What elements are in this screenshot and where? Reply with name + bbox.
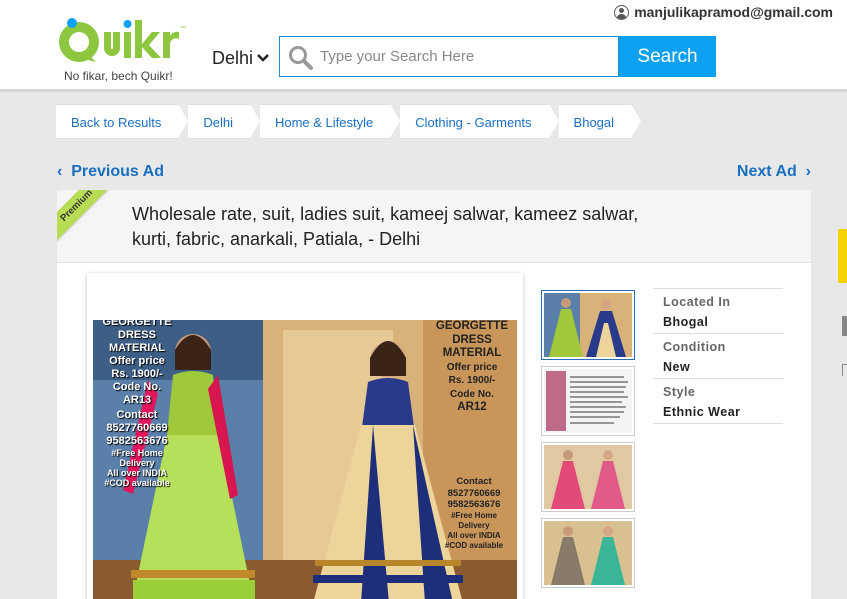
left-caption: GEORGETTE DRESS MATERIAL Offer price Rs.…: [97, 320, 177, 488]
thumbnail[interactable]: [541, 290, 635, 360]
caption-line: Contact: [456, 476, 492, 487]
detail-label: Located In: [663, 295, 731, 309]
detail-located-in: Located In Bhogal: [653, 288, 783, 333]
caption-line: 8527760669: [447, 487, 501, 499]
thumbnail-image: [544, 369, 632, 433]
chevron-right-icon: ›: [805, 163, 811, 180]
next-ad-link[interactable]: Next Ad ›: [737, 163, 811, 181]
search-input[interactable]: [320, 37, 610, 76]
caption-line: AR12: [457, 401, 487, 413]
thumbnail-image: [544, 445, 632, 509]
search-box: [279, 36, 619, 77]
detail-value: Ethnic Wear: [663, 405, 741, 419]
caption-line: GEORGETTE: [435, 320, 509, 332]
caption-line: DRESS: [118, 329, 156, 341]
caption-line: GEORGETTE: [102, 320, 172, 328]
breadcrumb-home-lifestyle[interactable]: Home & Lifestyle: [259, 104, 401, 139]
caption-line: Contact: [116, 409, 158, 421]
thumbnail-strip: [541, 290, 635, 594]
thumbnail[interactable]: [541, 366, 635, 436]
caption-line: Rs. 1900/-: [448, 375, 496, 386]
breadcrumb: Back to Results Delhi Home & Lifestyle C…: [56, 104, 642, 139]
thumbnail-image: [544, 521, 632, 585]
user-menu[interactable]: manjulikapramod@gmail.com: [614, 4, 833, 20]
chevron-down-icon: [257, 52, 269, 66]
caption-line: Offer price: [446, 361, 498, 373]
side-star-icon[interactable]: [842, 364, 847, 376]
thumbnail-image: [544, 293, 632, 357]
previous-ad-label: Previous Ad: [71, 163, 164, 180]
premium-badge: Premium: [57, 190, 119, 248]
thumbnail[interactable]: [541, 442, 635, 512]
ad-title-card: Premium Wholesale rate, suit, ladies sui…: [57, 190, 811, 263]
caption-line: Delivery: [119, 458, 155, 468]
search-icon: [288, 45, 314, 76]
thumbnail[interactable]: [541, 518, 635, 588]
caption-line: Rs. 1900/-: [111, 368, 163, 380]
caption-line: 8527760669: [106, 422, 168, 434]
svg-text:™: ™: [180, 25, 186, 32]
detail-value: New: [663, 360, 691, 374]
caption-line: All over INDIA: [106, 468, 167, 478]
caption-line: Delivery: [458, 520, 490, 530]
caption-line: #Free Home: [111, 448, 163, 458]
details-divider: [653, 423, 783, 424]
user-icon: [614, 4, 630, 20]
detail-value: Bhogal: [663, 315, 709, 329]
caption-line: MATERIAL: [108, 342, 165, 354]
detail-condition: Condition New: [653, 333, 783, 378]
detail-style: Style Ethnic Wear: [653, 378, 783, 423]
caption-line: Code No.: [112, 381, 162, 393]
chevron-left-icon: ‹: [57, 163, 63, 180]
caption-line: AR13: [122, 394, 152, 406]
city-label: Delhi: [212, 48, 254, 68]
caption-line: MATERIAL: [442, 347, 502, 359]
caption-line: #Free Home: [451, 510, 497, 520]
detail-label: Style: [663, 385, 696, 399]
caption-line: #COD available: [444, 540, 504, 550]
right-contact: Contact 8527760669 9582563676 #Free Home…: [437, 476, 511, 551]
detail-label: Condition: [663, 340, 726, 354]
side-contact-tab[interactable]: [838, 229, 847, 283]
caption-line: All over INDIA: [447, 530, 501, 540]
side-print-icon[interactable]: [842, 316, 847, 336]
ad-details: Located In Bhogal Condition New Style Et…: [653, 288, 783, 424]
main-image[interactable]: GEORGETTE DRESS MATERIAL Offer price Rs.…: [93, 320, 517, 599]
breadcrumb-delhi[interactable]: Delhi: [188, 104, 260, 139]
main-image-frame[interactable]: GEORGETTE DRESS MATERIAL Offer price Rs.…: [87, 273, 523, 599]
previous-ad-link[interactable]: ‹ Previous Ad: [57, 163, 164, 181]
breadcrumb-bhogal[interactable]: Bhogal: [558, 104, 642, 139]
ad-content: GEORGETTE DRESS MATERIAL Offer price Rs.…: [57, 263, 811, 599]
caption-line: Offer price: [109, 355, 165, 367]
search-button[interactable]: Search: [619, 36, 716, 77]
breadcrumb-back-to-results[interactable]: Back to Results: [56, 104, 189, 139]
site-header: manjulikapramod@gmail.com ™ No fikar, be…: [0, 0, 847, 92]
tagline: No fikar, bech Quikr!: [64, 69, 173, 83]
caption-line: 9582563676: [106, 435, 168, 447]
user-email: manjulikapramod@gmail.com: [634, 4, 833, 20]
caption-line: 9582563676: [447, 499, 501, 510]
caption-line: Code No.: [450, 388, 494, 400]
right-caption: GEORGETTE DRESS MATERIAL Offer price Rs.…: [429, 320, 515, 415]
breadcrumb-clothing-garments[interactable]: Clothing - Garments: [400, 104, 559, 139]
next-ad-label: Next Ad: [736, 163, 797, 180]
premium-ribbon: Premium: [57, 190, 129, 260]
caption-line: #COD available: [104, 478, 170, 488]
city-selector[interactable]: Delhi: [212, 48, 269, 69]
caption-line: DRESS: [452, 333, 492, 346]
ad-title: Wholesale rate, suit, ladies suit, kamee…: [132, 204, 639, 249]
